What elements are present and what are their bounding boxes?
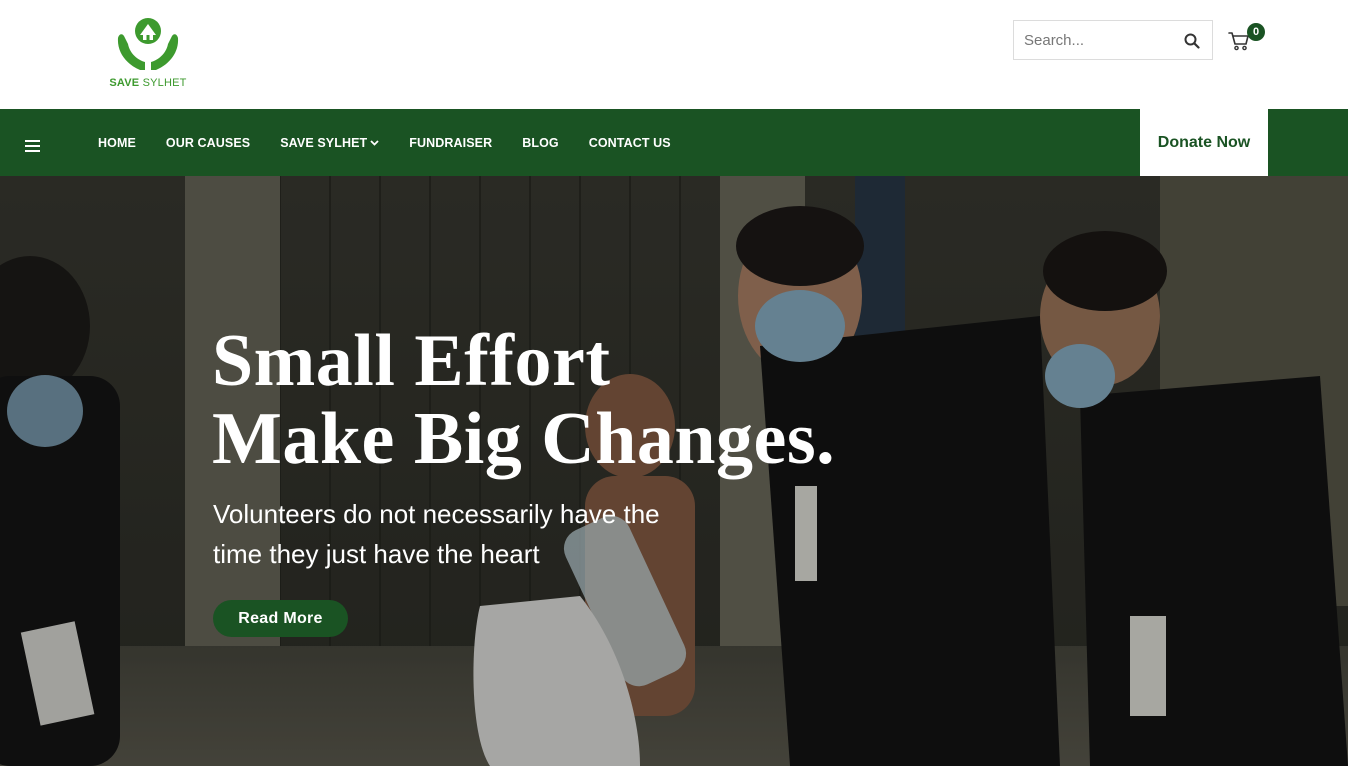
read-more-button[interactable]: Read More	[213, 600, 348, 637]
hero-headline-line-1: Small Effort	[212, 320, 611, 402]
chevron-down-icon	[370, 139, 379, 146]
nav-item-our-causes[interactable]: OUR CAUSES	[166, 136, 250, 150]
donate-now-button[interactable]: Donate Now	[1140, 109, 1268, 176]
logo-wordmark: SAVE SYLHET	[106, 77, 190, 89]
logo-word-sylhet: SYLHET	[142, 77, 187, 89]
hero-headline: Small Effort Make Big Changes.	[212, 322, 932, 478]
hero-banner: Small Effort Make Big Changes. Volunteer…	[0, 176, 1348, 766]
nav-item-save-sylhet-label: SAVE SYLHET	[280, 135, 368, 150]
hero-subtext: Volunteers do not necessarily have the t…	[213, 494, 773, 574]
search-icon[interactable]	[1184, 33, 1200, 49]
hero-subtext-line-1: Volunteers do not necessarily have the	[213, 499, 660, 529]
nav-item-contact-us[interactable]: CONTACT US	[589, 136, 671, 150]
hero-headline-line-2: Make Big Changes.	[212, 398, 836, 480]
nav-item-fundraiser[interactable]: FUNDRAISER	[409, 136, 492, 150]
site-header: SAVE SYLHET 0	[0, 0, 1348, 109]
search-input[interactable]	[1014, 21, 1174, 59]
site-logo[interactable]: SAVE SYLHET	[106, 14, 190, 94]
hero-subtext-line-2: time they just have the heart	[213, 539, 540, 569]
nav-item-blog[interactable]: BLOG	[522, 136, 559, 150]
nav-item-home[interactable]: HOME	[98, 136, 136, 150]
search-box	[1013, 20, 1213, 60]
hands-house-logo-icon	[117, 18, 179, 70]
nav-links: HOME OUR CAUSES SAVE SYLHET FUNDRAISER B…	[98, 109, 701, 176]
logo-word-save: SAVE	[109, 77, 140, 89]
hamburger-icon[interactable]	[25, 140, 40, 152]
cart-count-badge: 0	[1247, 23, 1265, 41]
nav-item-save-sylhet[interactable]: SAVE SYLHET	[280, 136, 379, 150]
